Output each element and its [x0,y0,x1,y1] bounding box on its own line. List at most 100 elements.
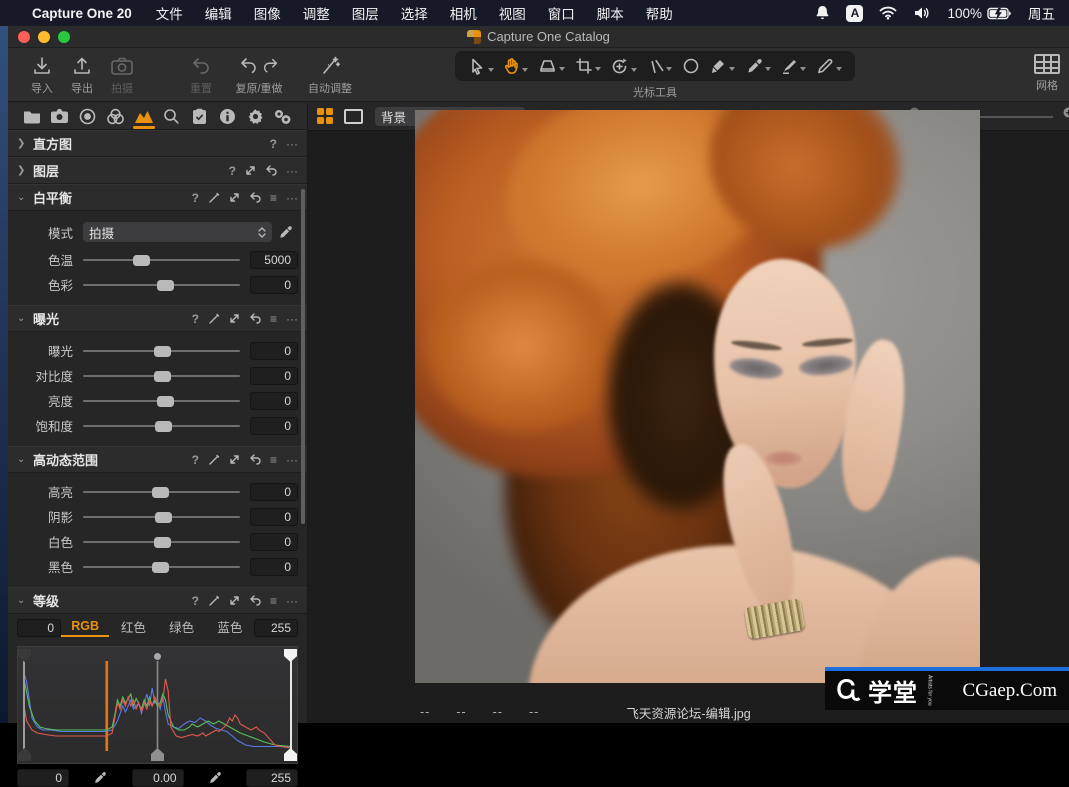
reset-panel-icon[interactable] [249,192,261,203]
single-view-icon[interactable] [344,109,363,124]
detach-icon[interactable] [229,454,240,465]
menu-adjustments[interactable]: 调整 [303,3,330,23]
reset-panel-icon[interactable] [249,454,261,465]
heal-tool[interactable] [816,57,842,75]
multi-view-icon[interactable] [317,108,334,125]
more-icon[interactable]: ··· [286,312,298,326]
help-icon[interactable]: ? [192,453,199,467]
sidebar-scrollbar[interactable] [301,189,305,524]
tab-details[interactable] [159,104,183,128]
detach-icon[interactable] [229,192,240,203]
menu-camera[interactable]: 相机 [450,3,477,23]
more-icon[interactable]: ··· [286,137,298,151]
tab-lens[interactable] [76,104,100,128]
panel-histogram-header[interactable]: ❯ 直方图 ? ··· [8,130,307,157]
levels-input-max-field[interactable]: 255 [254,619,298,637]
channel-tab-blue[interactable]: 蓝色 [206,617,254,638]
detach-icon[interactable] [245,165,256,176]
presets-icon[interactable]: ≡ [270,312,277,326]
input-method-icon[interactable]: A [846,5,863,22]
menu-select[interactable]: 选择 [401,3,428,23]
presets-icon[interactable]: ≡ [270,594,277,608]
menu-help[interactable]: 帮助 [646,3,673,23]
reset-panel-icon[interactable] [249,595,261,606]
help-icon[interactable]: ? [192,191,199,205]
tab-capture[interactable] [48,104,72,128]
brightness-value-field[interactable]: 0 [250,392,298,410]
more-icon[interactable]: ··· [286,594,298,608]
tab-library[interactable] [20,104,44,128]
app-menu-title[interactable]: Capture One 20 [32,6,132,21]
straighten-tool[interactable] [647,58,672,75]
highlight-picker-icon[interactable] [192,771,239,785]
volume-icon[interactable] [913,6,931,20]
menu-layer[interactable]: 图层 [352,3,379,23]
panel-exposure-header[interactable]: ⌄ 曝光 ? ≡ ··· [8,305,307,332]
tab-color[interactable] [104,104,128,128]
more-icon[interactable]: ··· [286,453,298,467]
detach-icon[interactable] [229,313,240,324]
tint-value-field[interactable]: 0 [250,276,298,294]
panel-white-balance-header[interactable]: ⌄ 白平衡 ? ≡ ··· [8,184,307,211]
capture-button[interactable]: 拍摄 [96,52,148,96]
levels-output-highlight-field[interactable]: 255 [246,769,298,787]
menu-image[interactable]: 图像 [254,3,281,23]
zoom-in-icon[interactable] [1062,106,1069,127]
menu-window[interactable]: 窗口 [548,3,575,23]
menu-scripts[interactable]: 脚本 [597,3,624,23]
shadow-value-field[interactable]: 0 [250,508,298,526]
brush-edit-icon[interactable] [208,192,220,204]
whites-slider[interactable] [83,535,240,549]
select-tool[interactable] [468,57,494,76]
menu-view[interactable]: 视图 [499,3,526,23]
wb-mode-dropdown[interactable]: 拍摄 [83,222,272,242]
contrast-slider[interactable] [83,369,240,383]
eyedropper-tool[interactable] [745,57,771,75]
help-icon[interactable]: ? [229,164,236,178]
tab-settings-gear[interactable] [243,104,267,128]
tab-process-gears[interactable] [271,104,295,128]
tab-metadata-info[interactable] [215,104,239,128]
detach-icon[interactable] [229,595,240,606]
wifi-icon[interactable] [879,6,897,20]
menu-file[interactable]: 文件 [156,3,183,23]
window-title-bar[interactable]: Capture One Catalog [8,26,1069,48]
highlight-slider[interactable] [83,485,240,499]
saturation-slider[interactable] [83,419,240,433]
panel-hdr-header[interactable]: ⌄ 高动态范围 ? ≡ ··· [8,446,307,473]
temperature-value-field[interactable]: 5000 [250,251,298,269]
grid-button[interactable]: 网格 [1022,52,1069,93]
tab-exposure[interactable] [132,104,156,128]
reset-panel-icon[interactable] [265,165,277,176]
help-icon[interactable]: ? [192,594,199,608]
panel-layers-header[interactable]: ❯ 图层 ? ··· [8,157,307,184]
channel-tab-green[interactable]: 绿色 [158,617,206,638]
more-icon[interactable]: ··· [286,164,298,178]
wb-eyedropper-icon[interactable] [272,225,298,240]
rotate-tool[interactable] [610,57,637,76]
temperature-slider[interactable] [83,253,240,267]
shadow-slider[interactable] [83,510,240,524]
brightness-slider[interactable] [83,394,240,408]
exposure-slider[interactable] [83,344,240,358]
highlight-value-field[interactable]: 0 [250,483,298,501]
photo[interactable] [415,110,980,683]
brush-edit-icon[interactable] [208,595,220,607]
tint-slider[interactable] [83,278,240,292]
blacks-value-field[interactable]: 0 [250,558,298,576]
presets-icon[interactable]: ≡ [270,191,277,205]
menu-edit[interactable]: 编辑 [205,3,232,23]
blacks-slider[interactable] [83,560,240,574]
whites-value-field[interactable]: 0 [250,533,298,551]
reset-panel-icon[interactable] [249,313,261,324]
undo-redo-button[interactable]: 复原/重做 [223,52,295,96]
contrast-value-field[interactable]: 0 [250,367,298,385]
levels-gamma-field[interactable]: 0.00 [132,769,184,787]
loupe-tool[interactable] [538,57,565,75]
draw-mask-tool[interactable] [709,57,735,75]
channel-tab-red[interactable]: 红色 [109,617,157,638]
presets-icon[interactable]: ≡ [270,453,277,467]
battery-icon[interactable] [987,7,1012,20]
brush-edit-icon[interactable] [208,454,220,466]
levels-output-shadow-field[interactable]: 0 [17,769,69,787]
